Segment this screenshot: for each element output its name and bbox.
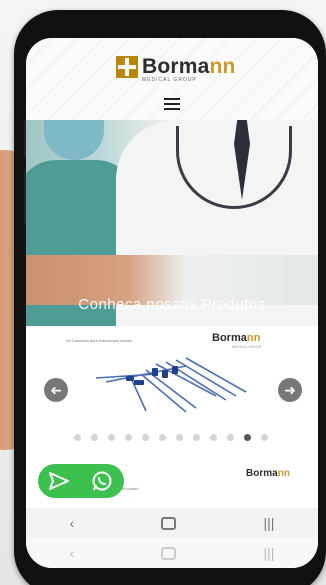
product-caption: Kit Canulado para Artroscopia Anchor [66, 338, 133, 343]
logo-text-highlight: nn [209, 55, 236, 78]
logo-text: Bormann [142, 55, 236, 78]
product-brand-subtitle: MEDICAL GROUP [232, 345, 262, 349]
site-header: Bormann MEDICAL GROUP [26, 38, 318, 120]
pagination-dot[interactable] [176, 434, 183, 441]
brand-logo[interactable]: Bormann MEDICAL GROUP [116, 55, 236, 83]
phone-screen: Bormann MEDICAL GROUP Conheça nossos Pro… [26, 38, 318, 568]
android-nav-bar-ghost: ‹ ||| [26, 538, 318, 568]
pagination-dot[interactable] [159, 434, 166, 441]
hero-title: Conheça nossos Produtos [78, 296, 266, 313]
send-icon[interactable] [49, 472, 69, 490]
pagination-dot[interactable] [91, 434, 98, 441]
hero-banner: Conheça nossos Produtos [26, 120, 318, 326]
logo-subtitle: MEDICAL GROUP [142, 77, 197, 83]
arrow-left-icon[interactable]: ➜ [44, 378, 68, 402]
pagination-dot[interactable] [227, 434, 234, 441]
pagination-dot[interactable] [74, 434, 81, 441]
next-product-brand: Bormann [246, 468, 290, 479]
hamburger-menu-icon[interactable] [164, 98, 180, 110]
nav-back-button[interactable]: ‹ [70, 515, 75, 531]
cross-logo-icon [116, 56, 138, 78]
nav-home-ghost [161, 546, 177, 560]
pagination-dot[interactable] [142, 434, 149, 441]
pagination-dot[interactable] [244, 434, 251, 441]
photo-scene: Bormann MEDICAL GROUP Conheça nossos Pro… [0, 0, 326, 585]
slider-pagination [74, 434, 278, 441]
product-brand-highlight: nn [246, 332, 261, 344]
pagination-dot[interactable] [108, 434, 115, 441]
product-brand-main: Borma [212, 332, 247, 344]
whatsapp-icon[interactable] [91, 470, 113, 492]
surgical-instruments-image [95, 357, 247, 413]
nav-recents-ghost: ||| [263, 545, 275, 561]
nav-back-ghost: ‹ [69, 545, 75, 561]
nav-home-button[interactable] [161, 516, 177, 530]
arrow-right-icon[interactable]: ➜ [278, 378, 302, 402]
pagination-dot[interactable] [261, 434, 268, 441]
nurse-head [44, 120, 104, 160]
whatsapp-button[interactable] [38, 464, 124, 498]
next-product-brand-main: Borma [246, 468, 278, 479]
product-brand-logo: Bormann [212, 332, 260, 344]
logo-text-main: Borma [142, 55, 210, 78]
pagination-dot[interactable] [125, 434, 132, 441]
next-product-brand-highlight: nn [277, 468, 290, 479]
android-nav-bar: ‹ ||| [26, 508, 318, 538]
pagination-dot[interactable] [193, 434, 200, 441]
pagination-dot[interactable] [210, 434, 217, 441]
product-slider: Kit Canulado para Artroscopia Anchor Bor… [26, 326, 318, 446]
nav-recents-button[interactable]: ||| [263, 515, 274, 531]
